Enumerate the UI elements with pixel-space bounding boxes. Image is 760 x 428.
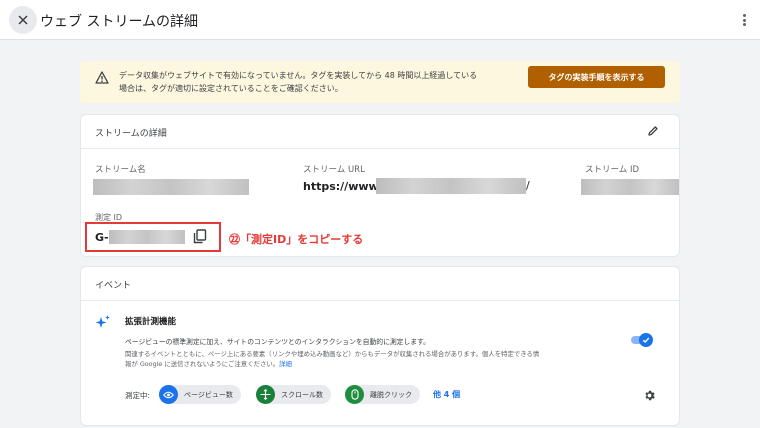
stream-id-label: ストリーム ID <box>585 165 639 175</box>
measuring-label: 測定中: <box>125 391 151 400</box>
eye-icon <box>163 391 174 398</box>
sparkle-icon <box>95 315 110 328</box>
chip-scrolls: スクロール数 <box>256 385 331 404</box>
top-bar: ウェブ ストリームの詳細 <box>0 0 760 40</box>
enhanced-measurement-description: ページビューの標準測定に加え、サイトのコンテンツとのインタラクションを自動的に測… <box>125 338 430 346</box>
stream-url-value-redacted <box>376 178 526 194</box>
learn-more-link[interactable]: 詳細 <box>279 360 292 368</box>
copy-instruction-annotation: ㉒「測定ID」をコピーする <box>229 233 364 246</box>
enhanced-measurement-toggle[interactable] <box>629 333 653 347</box>
events-card: イベント 拡張計測機能 ページビューの標準測定に加え、サイトのコンテンツとのイン… <box>80 266 680 426</box>
measurement-id-prefix: G- <box>95 231 109 244</box>
stream-url-suffix: / <box>526 179 530 192</box>
show-tag-instructions-button[interactable]: タグの実装手順を表示する <box>528 66 665 88</box>
copy-icon[interactable] <box>193 229 207 244</box>
more-vert-icon <box>742 14 746 17</box>
chip-outbound-clicks: 離脱クリック <box>345 385 420 404</box>
warning-icon <box>95 71 109 84</box>
stream-id-value-redacted <box>581 179 679 195</box>
more-options-button[interactable] <box>738 11 750 29</box>
stream-url-prefix: https://www. <box>303 180 383 193</box>
stream-details-card: ストリームの詳細 ストリーム名 ストリーム URL https://www. /… <box>80 114 680 257</box>
page-title: ウェブ ストリームの詳細 <box>40 14 199 30</box>
stream-name-value-redacted <box>93 179 249 195</box>
enhanced-measurement-note: 関連するイベントとともに、ページ上にある要素（リンクや埋め込み動画など）からもデ… <box>125 350 540 368</box>
close-icon <box>18 15 28 25</box>
close-button[interactable] <box>9 6 37 34</box>
stream-details-title: ストリームの詳細 <box>95 129 167 139</box>
stream-url-label: ストリーム URL <box>303 165 365 175</box>
crosshair-icon <box>260 389 271 400</box>
stream-name-label: ストリーム名 <box>95 165 146 175</box>
enhanced-measurement-title: 拡張計測機能 <box>125 317 177 327</box>
warning-banner: データ収集がウェブサイトで有効になっていません。タグを実装してから 48 時間以… <box>80 61 680 103</box>
stream-details-header: ストリームの詳細 <box>81 115 679 149</box>
events-title: イベント <box>95 281 132 291</box>
events-header: イベント <box>81 267 679 301</box>
check-icon <box>642 337 650 344</box>
more-events-link[interactable]: 他 4 個 <box>433 389 460 400</box>
measurement-id-value-redacted <box>109 230 185 244</box>
gear-icon[interactable] <box>643 389 656 402</box>
mouse-icon <box>350 389 359 400</box>
chip-page-views: ページビュー数 <box>159 385 241 404</box>
edit-icon[interactable] <box>647 125 659 137</box>
banner-message: データ収集がウェブサイトで有効になっていません。タグを実装してから 48 時間以… <box>119 71 478 93</box>
